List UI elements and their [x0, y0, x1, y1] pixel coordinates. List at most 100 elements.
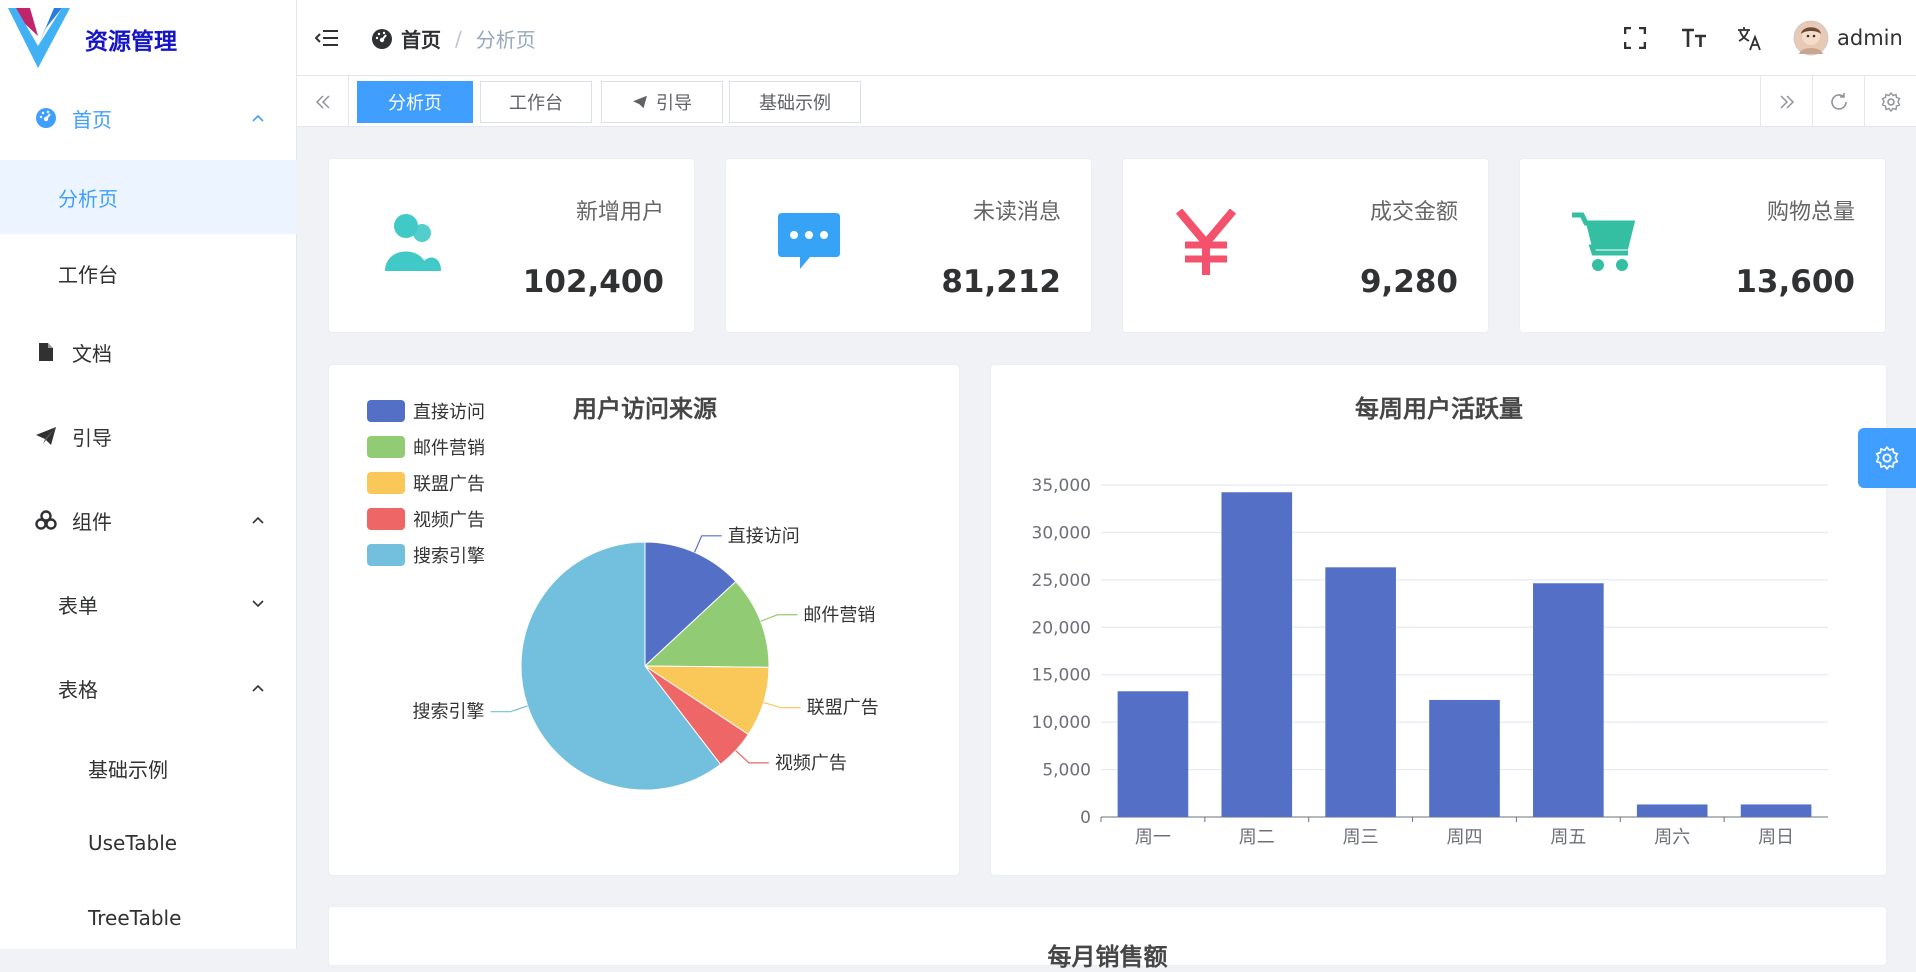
chart-title: 用户访问来源 — [573, 395, 717, 423]
users-icon — [385, 214, 441, 271]
legend-item[interactable]: 视频广告 — [413, 510, 485, 531]
dashboard-icon — [372, 28, 392, 49]
breadcrumb-separator: / — [455, 26, 462, 51]
app-title: 资源管理 — [85, 29, 177, 55]
x-tick-label: 周三 — [1343, 827, 1379, 848]
paper-plane-icon — [633, 95, 647, 109]
y-tick-label: 35,000 — [1032, 476, 1091, 496]
tab-label: 基础示例 — [759, 93, 831, 114]
pie-label-line — [763, 701, 801, 709]
sidebar-item-form[interactable]: 表单 — [0, 579, 297, 629]
refresh-button[interactable] — [1812, 76, 1864, 127]
tabs-scroll-left-button[interactable] — [297, 76, 349, 127]
sidebar-item-home[interactable]: 首页 — [0, 93, 297, 143]
translate-icon[interactable] — [1737, 25, 1763, 51]
stat-card-new-users[interactable]: 新增用户 102,400 — [328, 158, 695, 333]
yen-icon — [1175, 209, 1237, 275]
pie-label: 联盟广告 — [807, 698, 879, 719]
pie-label-line — [735, 750, 769, 764]
sidebar-item-label: 表格 — [58, 677, 98, 702]
sidebar-item-table[interactable]: 表格 — [0, 663, 297, 713]
legend-item[interactable]: 搜索引擎 — [413, 546, 485, 567]
pie-chart: 用户访问来源 直接访问邮件营销联盟广告视频广告搜索引擎 直接访问邮件营销联盟广告… — [367, 395, 879, 791]
y-tick-label: 25,000 — [1032, 571, 1091, 591]
tab-label: 工作台 — [509, 93, 563, 114]
sidebar-item-usetable[interactable]: UseTable — [0, 818, 297, 868]
tab-workbench[interactable]: 工作台 — [480, 81, 592, 123]
legend-item[interactable]: 联盟广告 — [413, 474, 485, 495]
sidebar-item-label: UseTable — [88, 831, 178, 855]
sidebar-item-analysis[interactable]: 分析页 — [0, 160, 297, 234]
stat-card-transaction-amount[interactable]: 成交金额 9,280 — [1122, 158, 1489, 333]
sidebar-item-guide[interactable]: 引导 — [0, 411, 297, 461]
bar[interactable] — [1636, 804, 1708, 817]
bar[interactable] — [1221, 492, 1293, 817]
floating-settings-button[interactable] — [1858, 428, 1916, 488]
bar[interactable] — [1117, 691, 1189, 817]
sidebar-item-label: TreeTable — [88, 906, 182, 930]
logo[interactable]: 资源管理 — [0, 0, 297, 78]
pie-chart-card: 用户访问来源 直接访问 邮件营销 联盟广告 视频广告 搜索引擎 直接访问 邮件营销 联盟广告… — [328, 364, 960, 876]
pie-label: 直接访问 — [728, 526, 800, 547]
tabs-settings-button[interactable] — [1864, 76, 1916, 127]
x-tick-label: 周一 — [1135, 827, 1171, 848]
components-icon — [34, 508, 58, 532]
chart-bars — [1117, 492, 1812, 817]
x-tick-label: 周四 — [1447, 827, 1483, 848]
tab-basic-example[interactable]: 基础示例 — [729, 81, 861, 123]
chevron-up-icon — [252, 114, 264, 122]
fullscreen-icon[interactable] — [1624, 27, 1646, 49]
stat-title: 未读消息 — [972, 200, 1061, 225]
user-menu[interactable]: admin — [1793, 20, 1903, 56]
stat-title: 购物总量 — [1766, 200, 1855, 225]
bar[interactable] — [1740, 804, 1812, 817]
pie-slices — [520, 541, 770, 791]
tabs-scroll-right-button[interactable] — [1760, 76, 1812, 127]
double-chevron-right-icon — [1779, 94, 1794, 109]
pie-label: 搜索引擎 — [413, 702, 485, 723]
sidebar-item-basic-example[interactable]: 基础示例 — [0, 743, 297, 793]
pie-label-line — [490, 705, 528, 713]
breadcrumb-home[interactable]: 首页 — [401, 24, 441, 53]
bar[interactable] — [1325, 567, 1396, 817]
sidebar-item-label: 组件 — [72, 509, 112, 534]
sidebar-item-label: 基础示例 — [88, 757, 168, 782]
legend-item[interactable]: 邮件营销 — [413, 438, 485, 459]
y-tick-label: 5,000 — [1042, 761, 1091, 781]
sidebar-item-docs[interactable]: 文档 — [0, 327, 297, 377]
chart-title: 每月销售额 — [1047, 943, 1168, 971]
stat-value: 102,400 — [522, 264, 664, 300]
sidebar-item-treetable[interactable]: TreeTable — [0, 893, 297, 943]
chart-legend[interactable]: 直接访问邮件营销联盟广告视频广告搜索引擎 — [367, 400, 485, 567]
sidebar-item-label: 分析页 — [58, 186, 118, 211]
username: admin — [1837, 26, 1903, 50]
stat-card-shopping-total[interactable]: 购物总量 13,600 — [1519, 158, 1886, 333]
sidebar-item-label: 首页 — [72, 107, 112, 132]
y-tick-label: 15,000 — [1032, 666, 1091, 686]
monthly-sales-card: 每月销售额 — [328, 906, 1887, 971]
menu-fold-icon[interactable] — [315, 28, 339, 48]
legend-swatch — [367, 436, 405, 458]
sidebar-item-workbench[interactable]: 工作台 — [0, 248, 297, 298]
tab-analysis[interactable]: 分析页 — [357, 81, 473, 123]
x-tick-label: 周日 — [1758, 827, 1794, 848]
tab-guide[interactable]: 引导 — [601, 81, 723, 123]
y-tick-label: 10,000 — [1032, 713, 1091, 733]
gear-icon — [1875, 446, 1899, 470]
sidebar-item-components[interactable]: 组件 — [0, 495, 297, 545]
stat-value: 9,280 — [1359, 264, 1458, 300]
sidebar-item-label: 表单 — [58, 593, 98, 618]
bar[interactable] — [1429, 699, 1500, 817]
pie-label: 视频广告 — [775, 753, 847, 774]
legend-item[interactable]: 直接访问 — [413, 402, 485, 423]
font-size-icon[interactable] — [1681, 28, 1707, 48]
y-tick-label: 30,000 — [1032, 523, 1091, 543]
document-icon — [34, 340, 58, 364]
bar[interactable] — [1533, 583, 1604, 817]
legend-swatch — [367, 472, 405, 494]
stat-card-unread-messages[interactable]: 未读消息 81,212 — [725, 158, 1092, 333]
x-tick-label: 周五 — [1550, 827, 1586, 848]
tab-label: 分析页 — [388, 93, 442, 114]
legend-swatch — [367, 400, 405, 422]
gear-icon — [1881, 91, 1900, 112]
